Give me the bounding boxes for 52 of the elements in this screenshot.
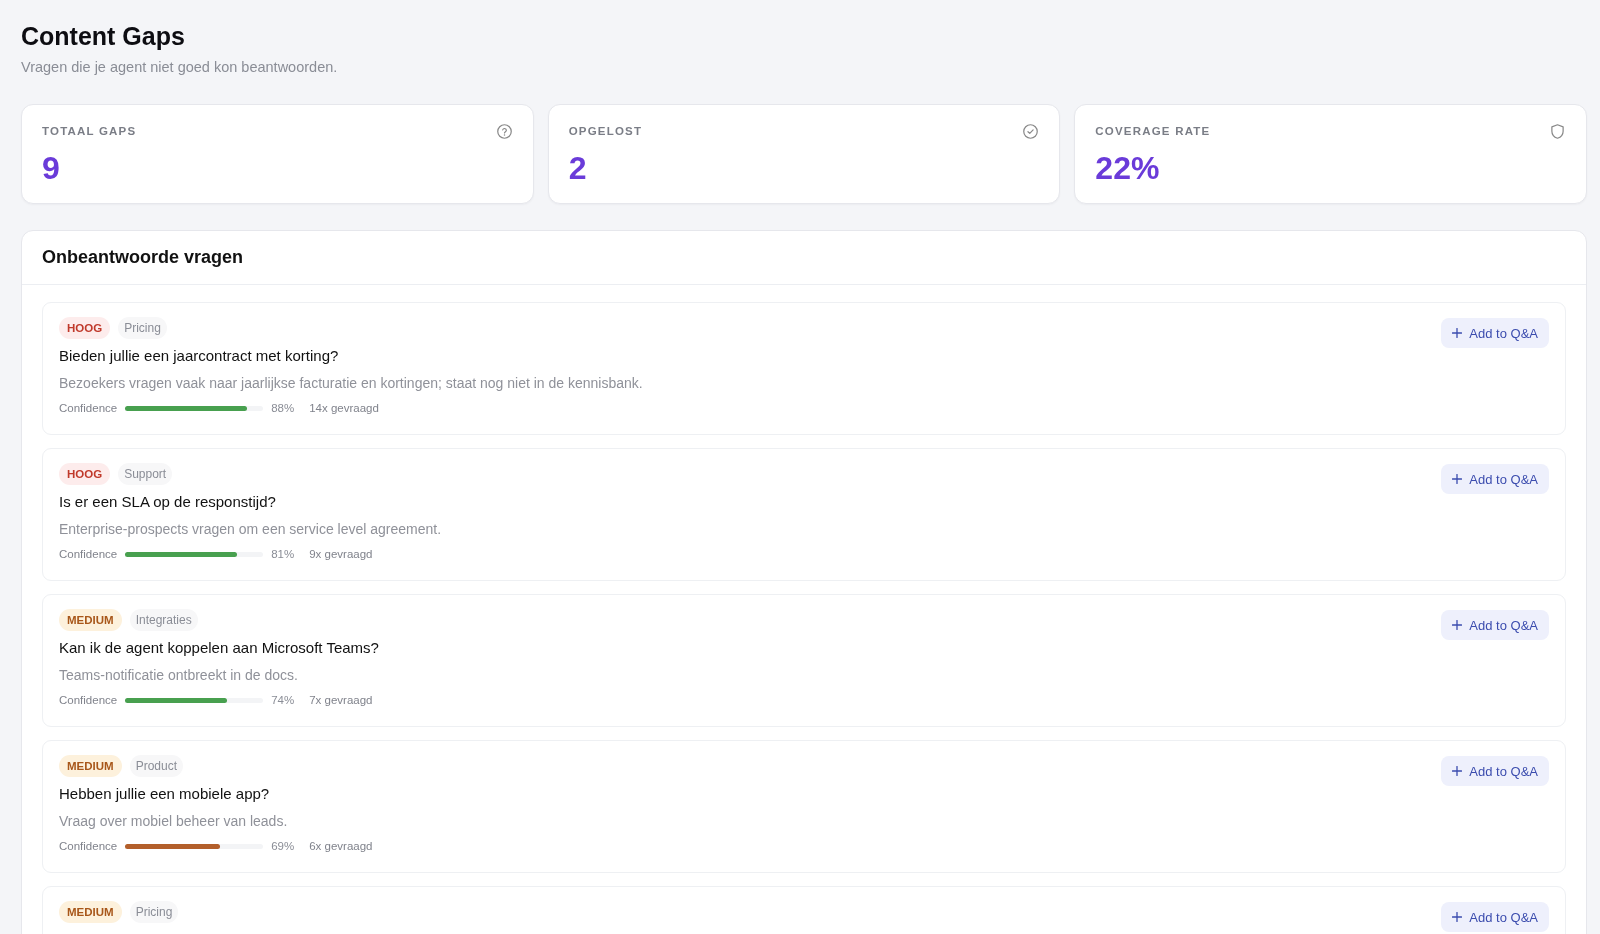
help-icon [496,123,512,139]
plus-icon [1452,766,1463,776]
add-to-qa-button[interactable]: Add to Q&A [1441,318,1549,348]
category-tag: Product [129,755,183,777]
panel-title: Onbeantwoorde vragen [42,246,245,268]
question-text: Bieden jullie een jaarcontract met korting? [59,346,340,366]
stat-label: COVERAGE RATE [1095,124,1211,138]
question-description: Teams-notificatie ontbreekt in de docs. [59,666,299,684]
priority-badge: MEDIUM [59,755,122,777]
question-text: Hebben jullie een mobiele app? [59,784,271,804]
confidence-label: Confidence [59,401,118,415]
confidence-value: 74% [271,693,295,707]
stat-value: 22% [1095,150,1161,186]
confidence-label: Confidence [59,839,118,853]
question-text: Kan ik de agent koppelen aan Microsoft Teams? [59,638,379,658]
priority-badge: HOOG [59,317,111,339]
confidence-value: 88% [271,401,295,415]
check-circle-icon [1023,123,1039,139]
confidence-value: 81% [271,547,295,561]
priority-badge: HOOG [59,463,111,485]
ask-count: 9x gevraagd [309,547,373,561]
page-subtitle: Vragen die je agent niet goed kon beantwoorden. [21,58,339,77]
add-to-qa-button[interactable]: Add to Q&A [1441,464,1549,494]
plus-icon [1452,912,1463,922]
ask-count: 14x gevraagd [309,401,379,415]
category-tag: Integraties [129,609,198,631]
confidence-label: Confidence [59,547,118,561]
question-description: Enterprise-prospects vragen om een service level agreement. [59,520,442,538]
priority-badge: MEDIUM [59,609,122,631]
add-to-qa-button[interactable]: Add to Q&A [1441,902,1549,932]
category-tag: Pricing [129,901,179,923]
confidence-label: Confidence [59,693,118,707]
stat-value: 2 [568,150,588,186]
page-title: Content Gaps [21,21,186,52]
shield-icon [1550,123,1565,139]
priority-badge: MEDIUM [59,901,122,923]
stat-label: OPGELOST [568,124,643,138]
plus-icon [1452,474,1463,484]
add-to-qa-button[interactable]: Add to Q&A [1441,610,1549,640]
category-tag: Pricing [118,317,167,339]
stat-value: 9 [42,150,61,186]
plus-icon [1452,620,1463,630]
plus-icon [1452,328,1463,338]
confidence-value: 69% [271,839,295,853]
question-text: Is er een SLA op de responstijd? [59,492,277,512]
question-description: Bezoekers vragen vaak naar jaarlijkse facturatie en kortingen; staat nog niet in de kennisbank. [59,374,643,392]
category-tag: Support [118,463,173,485]
ask-count: 7x gevraagd [309,693,373,707]
ask-count: 6x gevraagd [309,839,373,853]
question-description: Vraag over mobiel beheer van leads. [59,812,289,830]
stat-label: TOTAAL GAPS [42,124,137,138]
add-to-qa-button[interactable]: Add to Q&A [1441,756,1549,786]
